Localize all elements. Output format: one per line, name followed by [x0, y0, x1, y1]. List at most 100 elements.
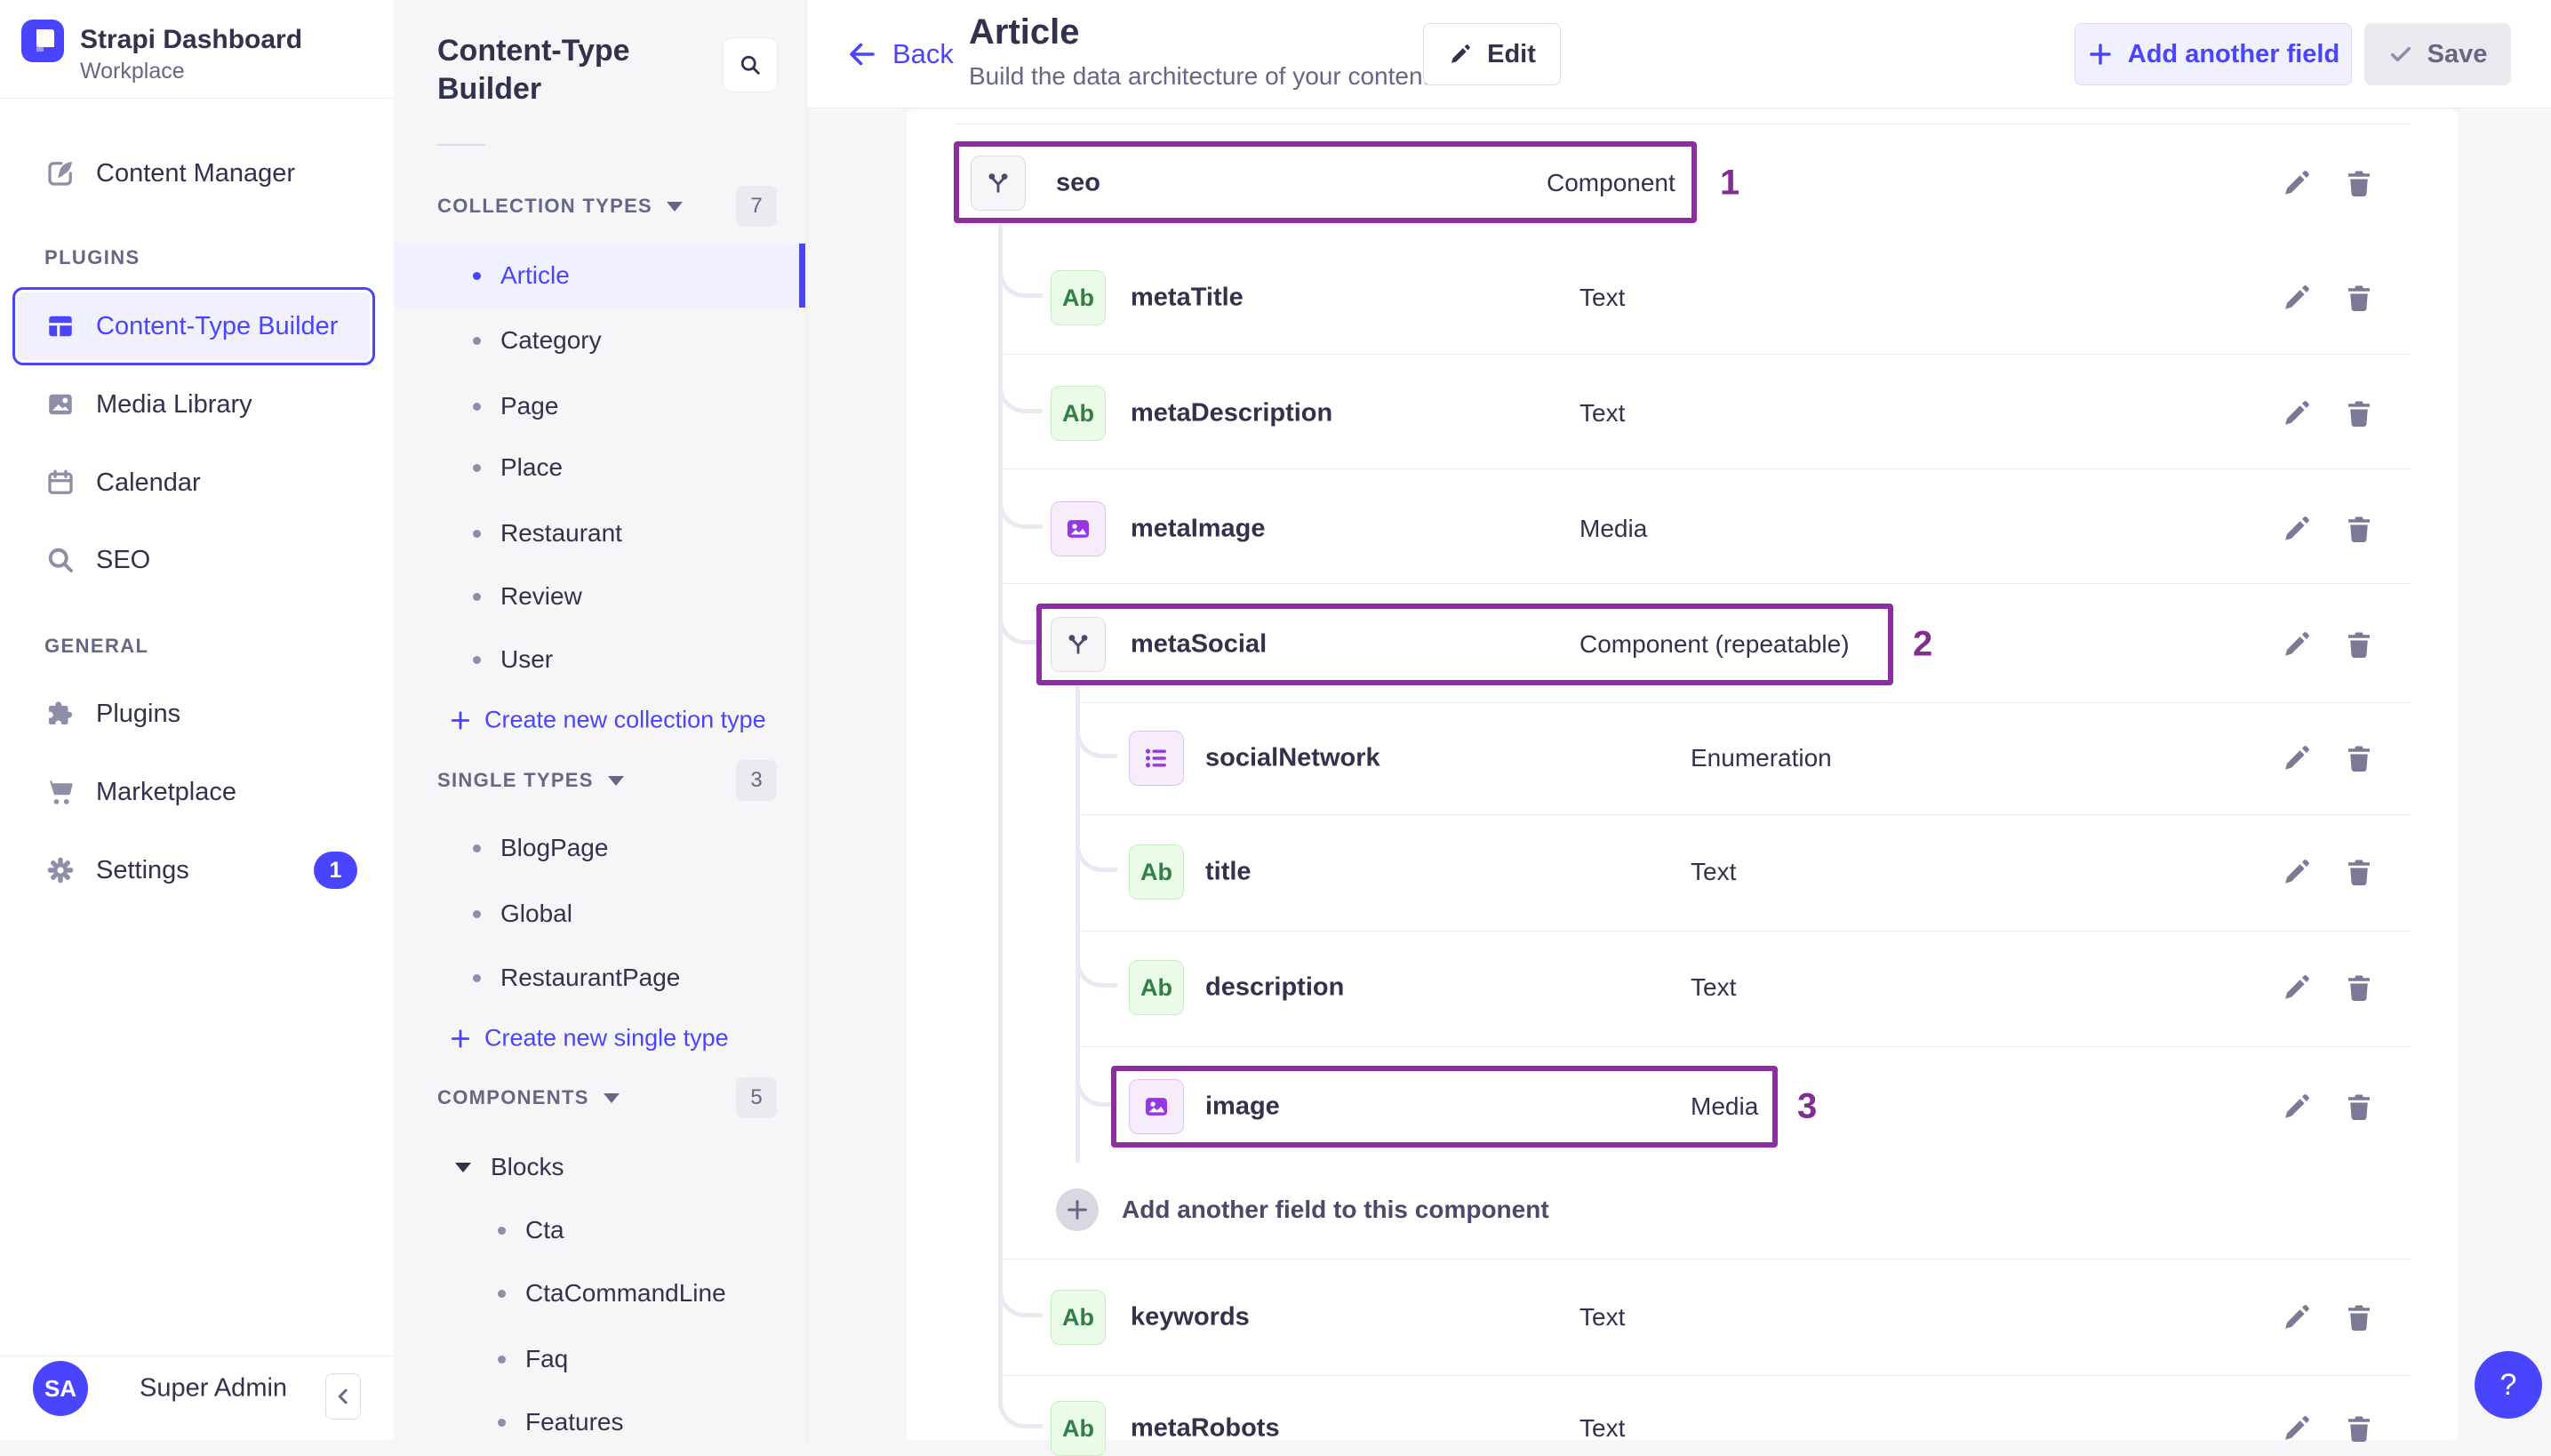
- collection-type-category[interactable]: Category: [473, 326, 602, 355]
- collection-type-article[interactable]: Article: [473, 261, 570, 290]
- add-component-field-button[interactable]: [1056, 1188, 1099, 1231]
- single-type-restaurantpage[interactable]: RestaurantPage: [473, 964, 680, 992]
- component-cta[interactable]: Cta: [498, 1216, 564, 1244]
- collection-types-header[interactable]: COLLECTION TYPES: [437, 195, 684, 218]
- item-label: User: [500, 645, 554, 673]
- page-header: Back Article Build the data architecture…: [807, 0, 2551, 108]
- sidebar-item-content-manager[interactable]: Content Manager: [44, 157, 295, 189]
- field-name: metaTitle: [1131, 283, 1244, 312]
- delete-field-button[interactable]: [2343, 856, 2375, 888]
- item-label: Global: [500, 900, 572, 927]
- sidebar-item-label: SEO: [96, 545, 151, 574]
- delete-field-button[interactable]: [2343, 513, 2375, 545]
- chevron-left-icon: [330, 1383, 356, 1410]
- single-type-global[interactable]: Global: [473, 900, 572, 928]
- add-another-field-button[interactable]: Add another field: [2075, 23, 2352, 85]
- active-indicator-bar: [799, 244, 805, 308]
- page-title: Article: [969, 12, 1080, 52]
- component-features[interactable]: Features: [498, 1408, 624, 1436]
- sidebar-item-label: Media Library: [96, 389, 252, 419]
- collection-type-user[interactable]: User: [473, 645, 553, 674]
- help-button[interactable]: ?: [2475, 1351, 2542, 1419]
- save-label: Save: [2427, 39, 2488, 68]
- app-title: Strapi Dashboard: [80, 25, 303, 54]
- edit-field-button[interactable]: [2281, 397, 2313, 429]
- edit-field-button[interactable]: [2281, 972, 2313, 1004]
- single-types-header[interactable]: SINGLE TYPES: [437, 769, 624, 792]
- sidebar-item-seo[interactable]: SEO: [44, 544, 150, 576]
- delete-field-button[interactable]: [2343, 282, 2375, 314]
- chevron-down-icon: [455, 1162, 471, 1172]
- edit-field-button[interactable]: [2281, 1091, 2313, 1123]
- section-label: COLLECTION TYPES: [437, 195, 653, 217]
- save-button[interactable]: Save: [2364, 23, 2511, 85]
- sidebar-item-label: Content-Type Builder: [96, 311, 339, 340]
- item-label: Category: [500, 326, 602, 354]
- avatar[interactable]: SA: [33, 1361, 88, 1416]
- media-field-icon: [1051, 501, 1106, 556]
- delete-field-button[interactable]: [2343, 167, 2375, 199]
- sidebar-item-plugins[interactable]: Plugins: [44, 698, 180, 730]
- edit-field-button[interactable]: [2281, 742, 2313, 774]
- single-type-blogpage[interactable]: BlogPage: [473, 834, 608, 862]
- edit-field-button[interactable]: [2281, 167, 2313, 199]
- collection-type-review[interactable]: Review: [473, 582, 582, 611]
- back-button[interactable]: Back: [846, 38, 954, 70]
- text-field-icon: Ab: [1129, 960, 1184, 1015]
- field-type: Text: [1579, 399, 1626, 427]
- row-divider: [1000, 1375, 2411, 1376]
- field-name: seo: [1056, 168, 1100, 197]
- picture-icon: [44, 388, 76, 420]
- plus-icon: [449, 708, 472, 732]
- add-component-field-label[interactable]: Add another field to this component: [1122, 1196, 1549, 1224]
- sidebar-item-settings[interactable]: Settings: [44, 854, 189, 886]
- field-name: description: [1205, 972, 1345, 1002]
- collapse-sidebar-button[interactable]: [325, 1373, 361, 1420]
- media-field-icon: [1129, 1079, 1184, 1134]
- bullet-icon: [473, 336, 481, 345]
- delete-field-button[interactable]: [2343, 628, 2375, 660]
- panel-divider: [437, 144, 485, 146]
- edit-button[interactable]: Edit: [1423, 23, 1561, 85]
- gear-icon: [44, 854, 76, 886]
- create-single-type-link[interactable]: Create new single type: [449, 1025, 729, 1052]
- collection-type-restaurant[interactable]: Restaurant: [473, 519, 622, 548]
- delete-field-button[interactable]: [2343, 742, 2375, 774]
- sidebar-item-marketplace[interactable]: Marketplace: [44, 776, 236, 808]
- delete-field-button[interactable]: [2343, 397, 2375, 429]
- component-ctacommandline[interactable]: CtaCommandLine: [498, 1279, 726, 1308]
- field-type: Text: [1579, 284, 1626, 311]
- create-collection-type-link[interactable]: Create new collection type: [449, 707, 766, 734]
- tree-elbow: [1076, 943, 1117, 988]
- sidebar-section-plugins: PLUGINS: [44, 246, 140, 268]
- sidebar-item-label: Content Manager: [96, 158, 296, 188]
- edit-field-button[interactable]: [2281, 513, 2313, 545]
- item-label: Blocks: [491, 1153, 564, 1180]
- bullet-icon: [473, 402, 481, 411]
- component-group-blocks[interactable]: Blocks: [455, 1153, 564, 1181]
- field-type: Media: [1691, 1092, 1759, 1120]
- text-field-icon: Ab: [1051, 1290, 1106, 1345]
- field-type: Text: [1691, 973, 1737, 1001]
- field-name: keywords: [1131, 1302, 1250, 1332]
- sidebar-item-calendar[interactable]: Calendar: [44, 467, 201, 499]
- collection-type-page[interactable]: Page: [473, 392, 558, 420]
- delete-field-button[interactable]: [2343, 1091, 2375, 1123]
- edit-field-button[interactable]: [2281, 856, 2313, 888]
- components-header[interactable]: COMPONENTS: [437, 1086, 620, 1109]
- edit-field-button[interactable]: [2281, 1301, 2313, 1333]
- annotation-number-3: 3: [1797, 1086, 1818, 1126]
- user-name: Super Admin: [140, 1373, 288, 1403]
- edit-label: Edit: [1487, 39, 1536, 68]
- component-faq[interactable]: Faq: [498, 1345, 568, 1373]
- collection-type-place[interactable]: Place: [473, 453, 563, 482]
- search-button[interactable]: [723, 37, 778, 92]
- edit-field-button[interactable]: [2281, 628, 2313, 660]
- sidebar-item-media-library[interactable]: Media Library: [44, 388, 252, 420]
- edit-field-button[interactable]: [2281, 282, 2313, 314]
- sidebar-item-content-type-builder[interactable]: Content-Type Builder: [12, 287, 375, 365]
- delete-field-button[interactable]: [2343, 972, 2375, 1004]
- item-label: BlogPage: [500, 834, 609, 861]
- sidebar-item-label: Settings: [96, 855, 189, 884]
- delete-field-button[interactable]: [2343, 1301, 2375, 1333]
